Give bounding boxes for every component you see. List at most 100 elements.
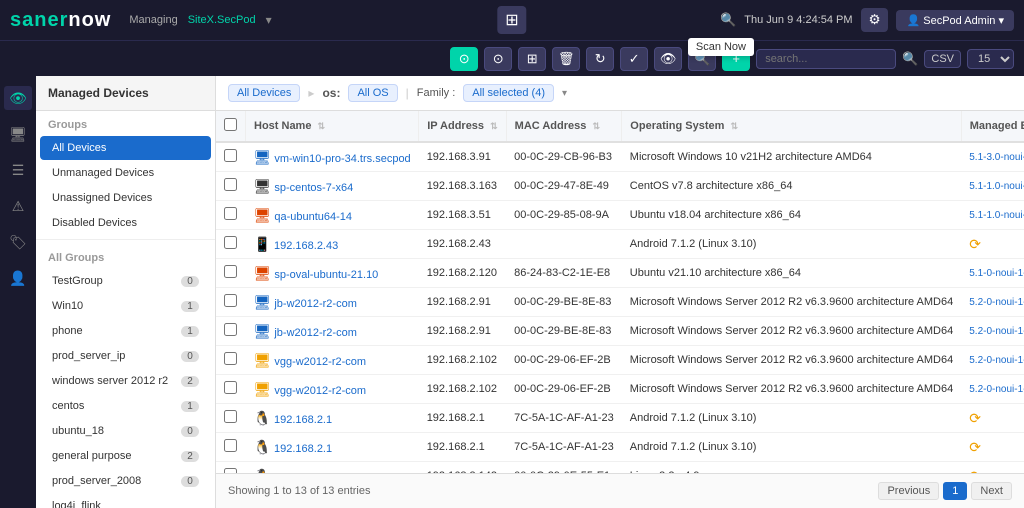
row-checkbox[interactable]: [224, 410, 237, 423]
ip-cell: 192.168.2.91: [419, 317, 506, 346]
page-1-button[interactable]: 1: [943, 482, 967, 500]
row-checkbox[interactable]: [224, 323, 237, 336]
toolbar-delete-btn[interactable]: 🗑: [552, 47, 580, 71]
row-checkbox[interactable]: [224, 207, 237, 220]
content-area: All Devices ▸ os: All OS | Family : All …: [216, 76, 1024, 508]
toolbar-check-btn[interactable]: ✓: [620, 47, 648, 71]
col-hostname[interactable]: Host Name ⇅: [246, 111, 419, 142]
managed-by-link[interactable]: 5.1-0-noui-1-dpkg-x64: [969, 268, 1024, 279]
managed-by-link[interactable]: 5.1-1.0-noui-1-dpkg-x64: [969, 210, 1024, 221]
host-link[interactable]: 192.168.2.43: [274, 240, 338, 252]
row-checkbox[interactable]: [224, 352, 237, 365]
linux-icon: 🐧: [254, 410, 271, 426]
toolbar-assess-btn[interactable]: ⊙: [484, 47, 512, 71]
ip-cell: 192.168.2.1: [419, 433, 506, 462]
table-row: 🖥 vgg-w2012-r2-com 192.168.2.102 00-0C-2…: [216, 375, 1024, 404]
rows-per-page-select[interactable]: 15 25 50: [967, 49, 1014, 69]
side-icon-tag[interactable]: 🏷: [4, 230, 32, 254]
search-input[interactable]: [756, 49, 896, 69]
side-icon-eye[interactable]: 👁: [4, 86, 32, 110]
managed-by-cell: 5.2-0-noui-1-exe-x86: [961, 317, 1024, 346]
sidebar-item-prod_server_ip[interactable]: prod_server_ip0: [40, 344, 211, 368]
unassigned-label: Unassigned Devices: [52, 192, 152, 204]
row-checkbox[interactable]: [224, 381, 237, 394]
settings-button[interactable]: ⚙: [861, 8, 889, 32]
host-link[interactable]: sp-centos-7-x64: [274, 182, 353, 194]
sidebar-item-prod_server_2008[interactable]: prod_server_20080: [40, 469, 211, 493]
search-nav-icon[interactable]: 🔍: [720, 12, 736, 28]
ip-cell: 192.168.2.91: [419, 288, 506, 317]
sidebar-item-windows-server-2012-r2[interactable]: windows server 2012 r22: [40, 369, 211, 393]
host-link[interactable]: vm-win10-pro-34.trs.secpod: [274, 153, 410, 165]
sort-hostname-icon: ⇅: [318, 121, 326, 131]
sidebar-item-disabled[interactable]: Disabled Devices: [40, 211, 211, 235]
sidebar-item-win10[interactable]: Win101: [40, 294, 211, 318]
family-dropdown-icon[interactable]: ▾: [562, 88, 567, 99]
side-icon-monitor[interactable]: 🖥: [4, 122, 32, 146]
side-icon-alert[interactable]: ⚠: [4, 194, 32, 218]
grid-menu-button[interactable]: ⊞: [497, 6, 526, 34]
host-link[interactable]: vgg-w2012-r2-com: [274, 356, 366, 368]
sidebar-item-phone[interactable]: phone1: [40, 319, 211, 343]
host-link[interactable]: vgg-w2012-r2-com: [274, 385, 366, 397]
toolbar-eye-btn[interactable]: 👁: [654, 47, 682, 71]
host-link[interactable]: 192.168.2.1: [274, 443, 332, 455]
row-checkbox[interactable]: [224, 149, 237, 162]
windows-sync-icon: 🖥: [254, 352, 272, 368]
row-checkbox-cell: [216, 259, 246, 288]
sidebar-item-ubuntu_18[interactable]: ubuntu_180: [40, 419, 211, 443]
all-devices-filter[interactable]: All Devices: [228, 84, 300, 102]
managed-by-link[interactable]: 5.2-0-noui-1-exe-x86: [969, 384, 1024, 395]
side-icon-person[interactable]: 👤: [4, 266, 32, 290]
select-all-checkbox[interactable]: [224, 118, 237, 131]
col-managed-by[interactable]: Managed By ⇅: [961, 111, 1024, 142]
host-link[interactable]: jb-w2012-r2-com: [274, 298, 357, 310]
row-checkbox[interactable]: [224, 439, 237, 452]
csv-button[interactable]: CSV: [924, 50, 961, 68]
site-name[interactable]: SiteX.SecPod: [188, 14, 256, 26]
row-checkbox[interactable]: [224, 178, 237, 191]
host-link[interactable]: jb-w2012-r2-com: [274, 327, 357, 339]
row-checkbox[interactable]: [224, 294, 237, 307]
row-checkbox-cell: [216, 230, 246, 259]
host-link[interactable]: 192.168.2.1: [274, 414, 332, 426]
user-menu-button[interactable]: 👤 SecPod Admin ▾: [896, 10, 1014, 31]
mac-cell: 00-0C-29-BE-8E-83: [506, 288, 622, 317]
sidebar-item-log4j_flink[interactable]: log4j_flink: [40, 494, 211, 508]
pagination: Previous 1 Next: [878, 482, 1012, 500]
sidebar-item-all-devices[interactable]: All Devices: [40, 136, 211, 160]
os-cell: Microsoft Windows Server 2012 R2 v6.3.96…: [622, 375, 961, 404]
managed-by-link[interactable]: 5.2-0-noui-1-exe-x86: [969, 326, 1024, 337]
family-filter-value[interactable]: All selected (4): [463, 84, 554, 102]
host-link[interactable]: qa-ubuntu64-14: [274, 211, 352, 223]
sidebar-item-unassigned[interactable]: Unassigned Devices: [40, 186, 211, 210]
row-checkbox[interactable]: [224, 236, 237, 249]
row-checkbox[interactable]: [224, 265, 237, 278]
side-icon-list[interactable]: ☰: [4, 158, 32, 182]
group-badge: 0: [181, 476, 199, 487]
mac-cell: 00-0C-29-06-EF-2B: [506, 346, 622, 375]
toolbar-grid-btn[interactable]: ⊞: [518, 47, 546, 71]
sidebar-item-centos[interactable]: centos1: [40, 394, 211, 418]
site-dropdown-icon[interactable]: ▾: [266, 13, 272, 27]
windows-icon: 🖥: [254, 294, 272, 310]
os-filter-value[interactable]: All OS: [348, 84, 397, 102]
mac-cell: 00-0C-29-85-08-9A: [506, 201, 622, 230]
managed-by-link[interactable]: 5.2-0-noui-1-exe-x86: [969, 355, 1024, 366]
managed-by-link[interactable]: 5.1-1.0-noui-1-rpm-x64: [969, 181, 1024, 192]
col-os[interactable]: Operating System ⇅: [622, 111, 961, 142]
col-ip[interactable]: IP Address ⇅: [419, 111, 506, 142]
toolbar-monitor-btn[interactable]: ⊙: [450, 47, 478, 71]
col-mac[interactable]: MAC Address ⇅: [506, 111, 622, 142]
sidebar-item-unmanaged[interactable]: Unmanaged Devices: [40, 161, 211, 185]
managed-by-link[interactable]: 5.1-3.0-noui-1-exe-x86: [969, 152, 1024, 163]
host-link[interactable]: sp-oval-ubuntu-21.10: [274, 269, 378, 281]
managed-by-link[interactable]: 5.2-0-noui-1-exe-x86: [969, 297, 1024, 308]
table-row: 🖥 sp-oval-ubuntu-21.10 192.168.2.120 86-…: [216, 259, 1024, 288]
sidebar-item-general-purpose[interactable]: general purpose2: [40, 444, 211, 468]
next-page-button[interactable]: Next: [971, 482, 1012, 500]
table-body: 🖥 vm-win10-pro-34.trs.secpod 192.168.3.9…: [216, 142, 1024, 473]
previous-page-button[interactable]: Previous: [878, 482, 939, 500]
toolbar-refresh-btn[interactable]: ↻: [586, 47, 614, 71]
sidebar-item-testgroup[interactable]: TestGroup0: [40, 269, 211, 293]
